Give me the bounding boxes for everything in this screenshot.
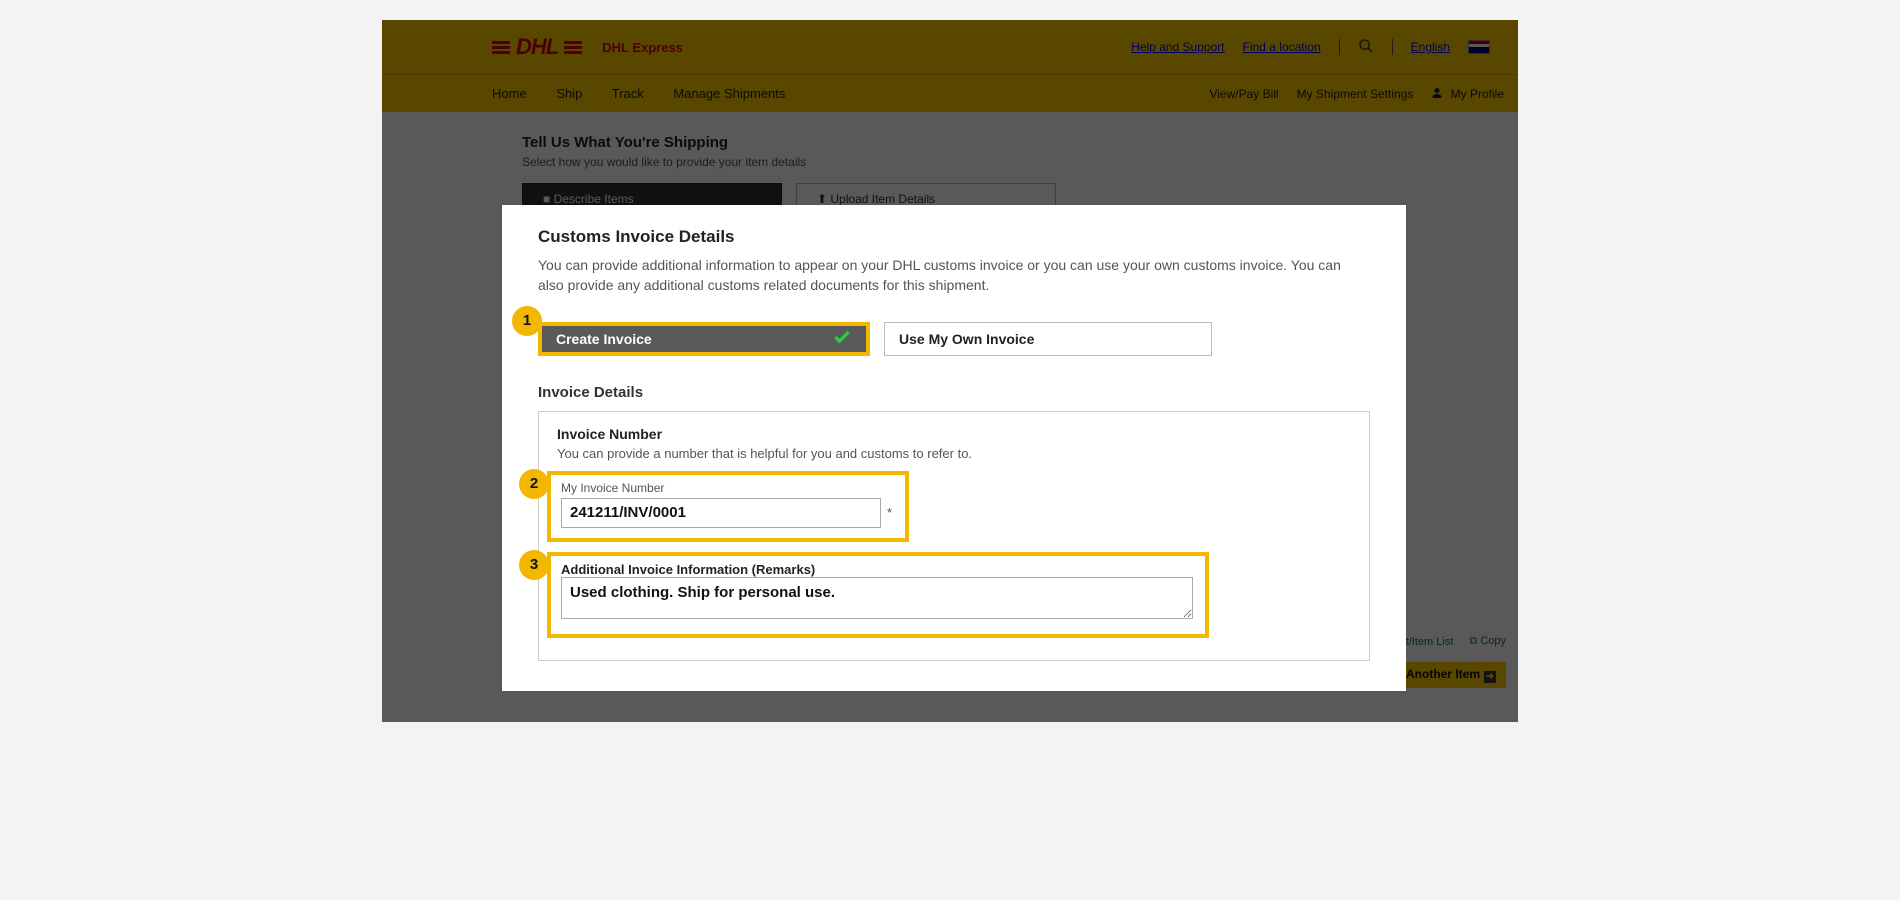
create-invoice-option[interactable]: Create Invoice [538, 322, 870, 356]
remarks-input[interactable] [561, 577, 1193, 619]
invoice-number-sub: You can provide a number that is helpful… [557, 446, 1351, 461]
create-invoice-label: Create Invoice [556, 331, 652, 347]
invoice-number-field-label: My Invoice Number [561, 481, 895, 495]
callout-2: 2 [519, 469, 549, 499]
customs-invoice-modal: Customs Invoice Details You can provide … [502, 205, 1406, 691]
required-indicator: * [887, 505, 892, 520]
invoice-number-input[interactable] [561, 498, 881, 528]
use-own-invoice-label: Use My Own Invoice [899, 331, 1034, 347]
remarks-field-label: Additional Invoice Information (Remarks) [561, 562, 1195, 577]
modal-description: You can provide additional information t… [538, 255, 1370, 296]
invoice-details-panel: Invoice Number You can provide a number … [538, 411, 1370, 661]
callout-3: 3 [519, 550, 549, 580]
use-my-own-invoice-option[interactable]: Use My Own Invoice [884, 322, 1212, 356]
callout-1: 1 [512, 306, 542, 336]
invoice-details-section-title: Invoice Details [538, 384, 1370, 401]
check-icon [832, 327, 852, 350]
modal-title: Customs Invoice Details [538, 227, 1370, 247]
invoice-number-title: Invoice Number [557, 426, 1351, 442]
